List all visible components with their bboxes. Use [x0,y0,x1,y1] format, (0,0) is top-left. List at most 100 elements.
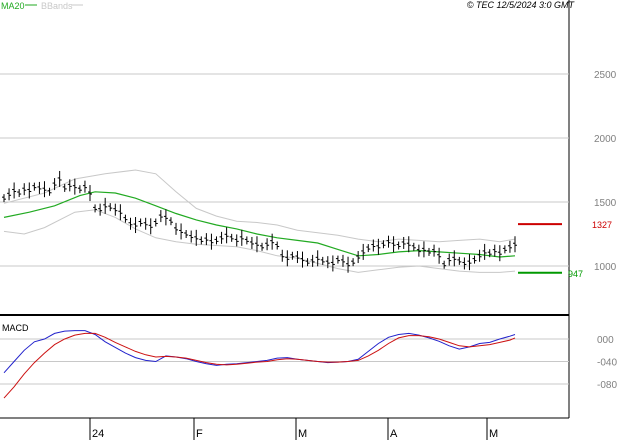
price-bar [168,217,173,226]
price-bar [290,251,295,260]
ma20-legend-label: MA20 [1,1,25,11]
price-bar [356,251,361,264]
price-bar [305,258,310,267]
price-bar [158,210,163,223]
price-bar [113,203,118,216]
price-bar [184,230,189,238]
price-bar [295,251,300,264]
copyright-text: © TEC 12/5/2024 3:0 GMT [467,0,576,10]
price-bar [411,242,416,251]
price-bar [330,255,335,272]
price-bar [229,233,234,242]
price-bar [12,182,17,199]
price-bar [143,217,148,230]
resistance-label: 1327 [592,220,612,230]
price-bar [366,244,371,253]
price-bar [421,241,426,258]
price-bar [7,188,12,201]
price-bar [214,236,219,245]
price-bar [265,238,270,251]
price-bar [204,233,209,246]
price-bar [52,178,57,191]
price-bar [37,181,42,194]
bband-upper-line [3,169,516,243]
price-y-tick-label: 2500 [594,70,617,81]
price-bar [310,254,315,267]
price-y-tick-label: 1500 [594,198,617,209]
price-bar [234,234,239,247]
price-bar [462,257,467,270]
price-bar [219,231,224,244]
price-bar [391,236,396,253]
price-bar [123,214,128,223]
chart-root: 1000 1500 2000 2500 000 -040 -080 MA20 BBands… [0,0,627,440]
price-bar [82,180,87,193]
bband-lower-line [3,209,516,273]
bbands-legend-label: BBands [41,1,73,11]
price-bar [133,217,138,234]
price-bar [174,222,179,235]
price-bar [42,181,47,198]
macd-y-tick-label: -080 [597,380,617,391]
macd-layer [3,330,516,399]
price-bar [93,204,98,213]
price-bar [118,204,123,221]
price-bar [320,256,325,265]
price-bar [406,236,411,253]
price-bar [507,240,512,253]
price-bar [437,247,442,264]
support-label: 947 [568,269,583,279]
price-bar [239,229,244,246]
x-axis-ticks: 24 F M A M [89,418,498,440]
price-bar [77,185,82,194]
price-bar [396,241,401,250]
price-bar [513,236,517,253]
price-bar [103,197,108,214]
price-bar [340,254,345,267]
price-bar [62,183,67,192]
macd-y-tick-label: 000 [597,335,614,346]
price-bar [148,218,153,235]
bbands-layer [3,169,516,273]
price-bar [457,256,462,265]
price-bar [32,182,37,191]
price-bar [209,233,214,250]
price-bar [163,209,168,226]
price-bar [502,245,507,254]
price-bar [138,218,143,227]
x-tick-label: M [489,428,498,440]
macd-grid: 000 -040 -080 [0,335,617,391]
price-bar [335,255,340,264]
price-bar [361,243,366,260]
x-tick-label: 24 [92,428,104,440]
x-tick-label: F [196,428,203,440]
price-bar [179,223,184,240]
price-bar [432,244,437,257]
price-bar [249,236,254,249]
macd-y-tick-label: -040 [597,358,617,369]
price-bar [57,170,62,187]
macd-signal-line [3,332,516,399]
price-bar [447,253,452,266]
price-y-tick-label: 1000 [594,262,617,273]
price-bar [260,242,265,251]
price-bar [285,250,290,267]
price-bar [442,260,447,269]
price-bar [386,235,391,248]
price-bar [22,183,27,196]
price-bar [467,254,472,271]
price-grid: 1000 1500 2000 2500 [0,70,617,273]
price-bar [128,217,133,230]
price-bar [17,189,22,198]
price-bar [108,203,113,212]
price-y-tick-label: 2000 [594,134,617,145]
price-bar [497,245,502,262]
price-bar [401,236,406,249]
macd-panel-label: MACD [2,323,29,333]
price-bar [224,227,229,244]
price-bar [98,203,103,216]
price-bar [194,229,199,246]
x-tick-label: A [390,428,398,440]
price-bar [351,258,356,267]
price-bar [2,194,6,203]
